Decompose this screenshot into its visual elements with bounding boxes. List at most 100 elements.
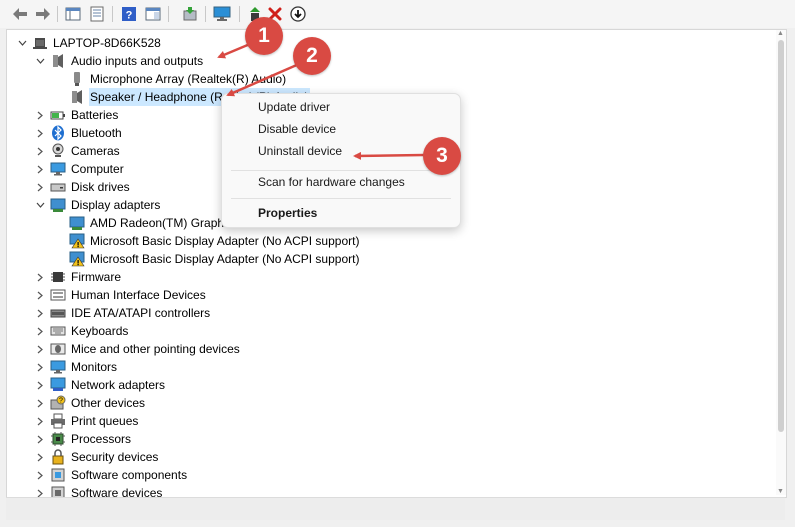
menu-item-scan-hardware-changes[interactable]: Scan for hardware changes [258, 174, 405, 190]
toolbar: ? [0, 0, 795, 28]
scan-hardware-button[interactable] [213, 5, 231, 23]
category-label: Mice and other pointing devices [71, 342, 240, 356]
category-label: Cameras [71, 144, 120, 158]
disable-device-button[interactable] [289, 5, 307, 23]
category-label: Network adapters [71, 378, 166, 392]
battery-icon [50, 107, 66, 123]
collapse-chevron-icon[interactable] [34, 196, 46, 214]
expand-chevron-icon[interactable] [34, 322, 46, 340]
collapse-chevron-icon[interactable] [16, 34, 28, 52]
other-devices-icon: ? [50, 395, 66, 411]
expand-chevron-icon[interactable] [34, 304, 46, 322]
category-label: Print queues [71, 414, 139, 428]
tree-category[interactable]: Cameras [34, 142, 121, 160]
tree-category[interactable]: ? Other devices [34, 394, 146, 412]
expand-chevron-icon[interactable] [34, 178, 46, 196]
tree-category[interactable]: Network adapters [34, 376, 166, 394]
help-button[interactable]: ? [120, 5, 138, 23]
menu-item-uninstall-device[interactable]: Uninstall device [258, 143, 342, 159]
menu-item-update-driver[interactable]: Update driver [258, 99, 330, 115]
expand-chevron-icon[interactable] [34, 268, 46, 286]
tree-category[interactable]: Software components [34, 466, 188, 484]
svg-text:?: ? [59, 398, 63, 405]
monitor-icon [50, 161, 66, 177]
expand-chevron-icon[interactable] [34, 448, 46, 466]
tree-category[interactable]: Keyboards [34, 322, 129, 340]
category-label: Human Interface Devices [71, 288, 206, 302]
category-label: Software devices [71, 486, 163, 498]
tree-category[interactable]: Mice and other pointing devices [34, 340, 241, 358]
show-hide-console-tree-button[interactable] [64, 5, 82, 23]
toolbar-separator [239, 6, 240, 22]
forward-button[interactable] [34, 5, 52, 23]
expand-chevron-icon[interactable] [34, 106, 46, 124]
device-label: AMD Radeon(TM) Graphics [90, 216, 239, 230]
properties-button[interactable] [88, 5, 106, 23]
computer-icon [32, 35, 48, 51]
device-label: Microphone Array (Realtek(R) Audio) [90, 72, 287, 86]
tree-category[interactable]: Batteries [34, 106, 119, 124]
collapse-chevron-icon[interactable] [34, 52, 46, 70]
tree-category-audio[interactable]: Audio inputs and outputs [34, 52, 204, 70]
category-label: Batteries [71, 108, 119, 122]
expand-chevron-icon[interactable] [34, 340, 46, 358]
vertical-scrollbar[interactable]: ▲ ▼ [776, 30, 786, 495]
category-label: Audio inputs and outputs [71, 54, 204, 68]
expand-chevron-icon[interactable] [34, 160, 46, 178]
display-adapter-icon [69, 215, 85, 231]
back-button[interactable] [11, 5, 29, 23]
tree-category[interactable]: IDE ATA/ATAPI controllers [34, 304, 211, 322]
expand-chevron-icon[interactable] [34, 430, 46, 448]
tree-category[interactable]: Software devices [34, 484, 163, 498]
expand-chevron-icon[interactable] [34, 412, 46, 430]
category-label: Firmware [71, 270, 121, 284]
tree-category-display[interactable]: Display adapters [34, 196, 161, 214]
arrow-left-icon [13, 8, 27, 20]
expand-chevron-icon[interactable] [34, 376, 46, 394]
expand-chevron-icon[interactable] [34, 358, 46, 376]
expand-chevron-icon[interactable] [34, 394, 46, 412]
device-label: Microsoft Basic Display Adapter (No ACPI… [90, 252, 360, 266]
tree-category[interactable]: Processors [34, 430, 132, 448]
expand-chevron-icon[interactable] [34, 124, 46, 142]
update-driver-button[interactable] [181, 5, 199, 23]
tree-category[interactable]: Security devices [34, 448, 159, 466]
tree-device[interactable]: Microsoft Basic Display Adapter (No ACPI… [53, 250, 360, 268]
menu-item-disable-device[interactable]: Disable device [258, 121, 336, 137]
tree-category[interactable]: Computer [34, 160, 125, 178]
tree-category[interactable]: Print queues [34, 412, 139, 430]
scroll-up-arrow-icon[interactable]: ▲ [777, 30, 784, 37]
arrow-right-icon [36, 8, 50, 20]
tree-device[interactable]: Microphone Array (Realtek(R) Audio) [53, 70, 287, 88]
tree-device[interactable]: Microsoft Basic Display Adapter (No ACPI… [53, 232, 360, 250]
action-pane-button[interactable] [144, 5, 162, 23]
category-label: Bluetooth [71, 126, 122, 140]
svg-text:?: ? [126, 10, 133, 22]
tree-category[interactable]: Firmware [34, 268, 122, 286]
tree-category[interactable]: Monitors [34, 358, 118, 376]
expand-chevron-icon[interactable] [34, 466, 46, 484]
menu-item-properties[interactable]: Properties [258, 205, 317, 221]
expand-chevron-icon[interactable] [34, 142, 46, 160]
expand-chevron-icon[interactable] [34, 484, 46, 497]
scroll-down-arrow-icon[interactable]: ▼ [777, 488, 784, 495]
firmware-chip-icon [50, 269, 66, 285]
tree-category[interactable]: Human Interface Devices [34, 286, 207, 304]
microphone-icon [69, 71, 85, 87]
tree-category[interactable]: Bluetooth [34, 124, 123, 142]
network-adapter-icon [50, 377, 66, 393]
scan-monitor-icon [213, 6, 231, 21]
category-label: Monitors [71, 360, 118, 374]
callout-badge: 2 [293, 37, 331, 75]
display-adapter-icon [50, 197, 66, 213]
tree-root[interactable]: LAPTOP-8D66K528 [16, 34, 162, 52]
tree-category[interactable]: Disk drives [34, 178, 131, 196]
tree-device[interactable]: AMD Radeon(TM) Graphics [53, 214, 240, 232]
computer-name: LAPTOP-8D66K528 [53, 36, 161, 50]
scrollbar-thumb[interactable] [778, 40, 784, 432]
toolbar-separator [112, 6, 113, 22]
help-icon: ? [122, 7, 136, 22]
expand-chevron-icon[interactable] [34, 286, 46, 304]
software-component-icon [50, 467, 66, 483]
